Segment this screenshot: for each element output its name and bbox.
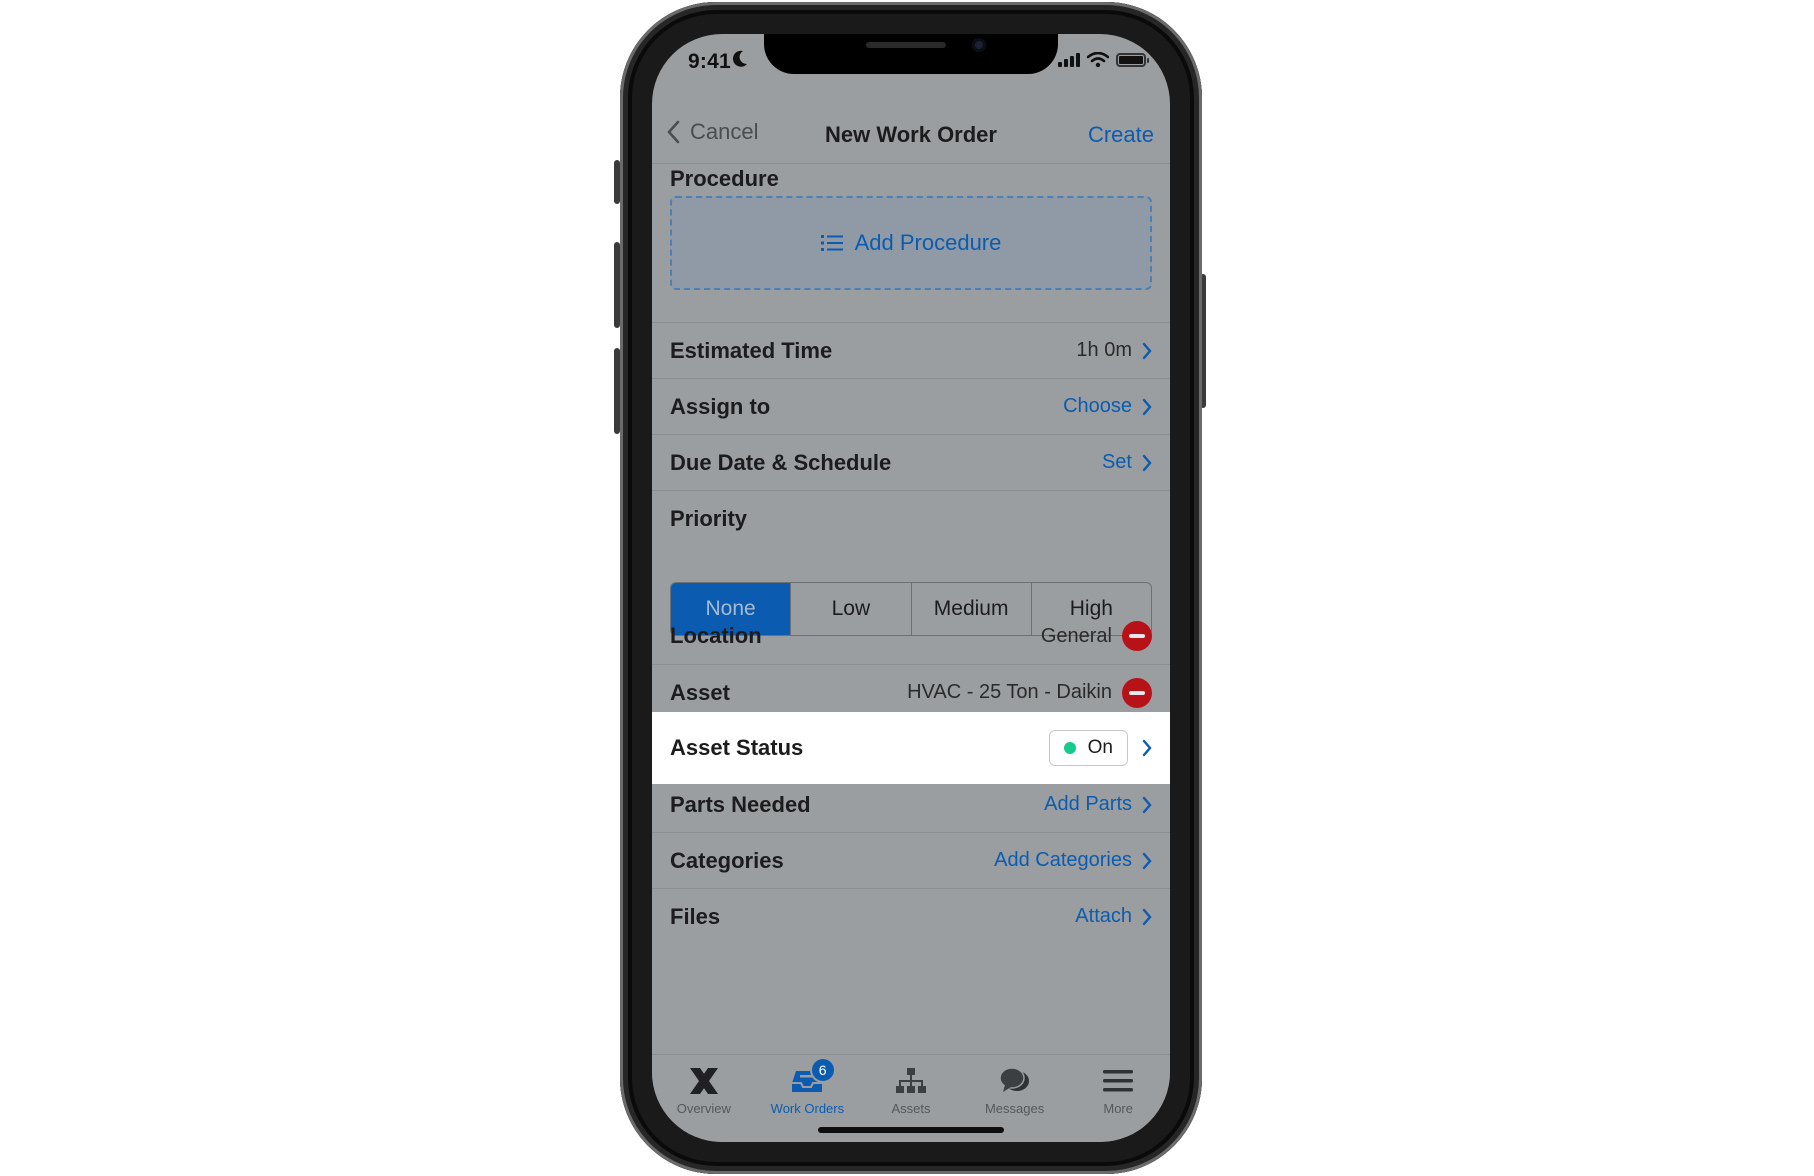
- due-date-row[interactable]: Due Date & Schedule Set: [652, 434, 1170, 490]
- categories-label: Categories: [670, 847, 784, 873]
- location-row[interactable]: Location General: [652, 608, 1170, 664]
- location-label: Location: [670, 623, 762, 648]
- tab-overview-label: Overview: [676, 1101, 731, 1116]
- chevron-right-icon: [1142, 454, 1152, 471]
- chevron-right-icon: [1142, 908, 1152, 925]
- asset-status-row[interactable]: Asset Status On: [652, 712, 1170, 784]
- tab-overview[interactable]: Overview: [652, 1055, 756, 1142]
- asset-status-label: Asset Status: [670, 735, 804, 760]
- chevron-right-icon: [1142, 398, 1152, 415]
- chevron-right-icon: [1142, 342, 1152, 359]
- remove-location-icon[interactable]: [1122, 621, 1152, 651]
- chevron-right-icon: [1142, 739, 1152, 757]
- asset-status-value: On: [1087, 737, 1113, 758]
- navigation-bar: Cancel New Work Order Create: [652, 104, 1170, 164]
- chevron-right-icon: [1142, 796, 1152, 813]
- status-indicators: [1058, 52, 1149, 68]
- estimated-time-value: 1h 0m: [1076, 339, 1132, 361]
- asset-label: Asset: [670, 679, 730, 705]
- chevron-right-icon: [1142, 852, 1152, 869]
- assign-to-value: Choose: [1063, 395, 1132, 417]
- tab-messages-label: Messages: [984, 1101, 1045, 1116]
- speaker-grille: [866, 42, 946, 48]
- assign-to-label: Assign to: [670, 393, 771, 419]
- wifi-icon: [1087, 52, 1109, 68]
- assign-to-row[interactable]: Assign to Choose: [652, 378, 1170, 434]
- parts-needed-label: Parts Needed: [670, 791, 811, 817]
- asset-value: HVAC - 25 Ton - Daikin: [907, 681, 1112, 703]
- files-label: Files: [670, 903, 721, 929]
- home-indicator: [818, 1127, 1004, 1133]
- estimated-time-row[interactable]: Estimated Time 1h 0m: [652, 322, 1170, 378]
- list-icon: [820, 235, 843, 251]
- add-parts-link: Add Parts: [1044, 793, 1132, 815]
- work-orders-badge: 6: [811, 1059, 834, 1081]
- notch: [764, 34, 1058, 74]
- status-dot-icon: [1063, 742, 1076, 754]
- cellular-signal-icon: [1058, 53, 1080, 67]
- battery-icon: [1116, 53, 1149, 67]
- priority-title: Priority: [670, 505, 748, 531]
- categories-row[interactable]: Categories Add Categories: [652, 832, 1170, 888]
- chat-bubbles-icon: [998, 1067, 1029, 1092]
- due-date-value: Set: [1101, 451, 1132, 473]
- parts-needed-row[interactable]: Parts Needed Add Parts: [652, 776, 1170, 832]
- menu-icon: [1103, 1070, 1134, 1092]
- front-camera: [972, 38, 986, 52]
- files-row[interactable]: Files Attach: [652, 888, 1170, 944]
- status-time: 9:41: [688, 50, 731, 73]
- tab-work-orders-label: Work Orders: [770, 1101, 845, 1116]
- due-date-label: Due Date & Schedule: [670, 449, 892, 475]
- add-categories-link: Add Categories: [994, 849, 1132, 871]
- create-button[interactable]: Create: [1088, 122, 1154, 148]
- remove-asset-icon[interactable]: [1122, 677, 1152, 708]
- phone-screen: 9:41 Cancel New Work Order Create Proced…: [652, 34, 1170, 1142]
- tab-more[interactable]: More: [1066, 1055, 1170, 1142]
- moon-icon: [732, 50, 747, 67]
- procedure-title: Procedure: [670, 166, 779, 191]
- priority-header: Priority: [652, 490, 1170, 531]
- tab-more-label: More: [1103, 1101, 1133, 1116]
- estimated-time-label: Estimated Time: [670, 337, 833, 363]
- asset-status-badge: On: [1048, 730, 1128, 766]
- add-procedure-label: Add Procedure: [854, 230, 1002, 255]
- attach-link: Attach: [1075, 905, 1132, 927]
- x-logo-icon: [689, 1068, 718, 1094]
- hierarchy-icon: [895, 1068, 926, 1093]
- add-procedure-button[interactable]: Add Procedure: [670, 196, 1152, 290]
- location-value: General: [1040, 624, 1112, 647]
- tab-assets-label: Assets: [891, 1101, 931, 1116]
